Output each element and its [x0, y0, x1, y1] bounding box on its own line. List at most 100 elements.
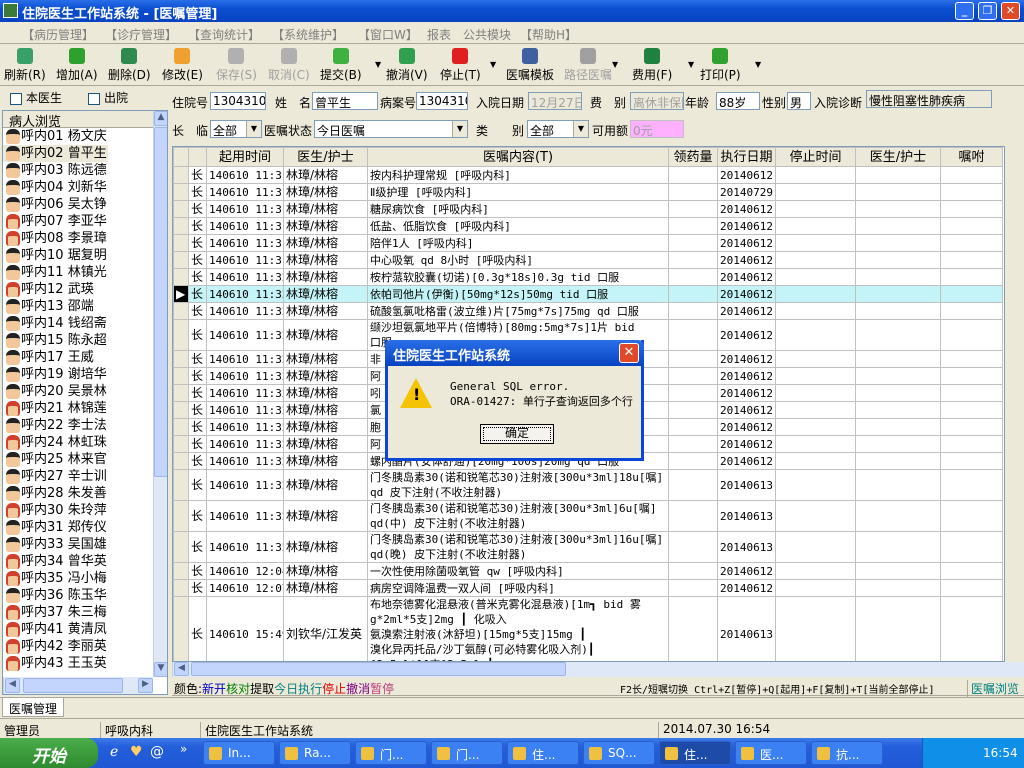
fee-button[interactable]: 费用(F) [632, 48, 672, 83]
menu-item-0[interactable]: 【病历管理】 [22, 26, 94, 43]
table-row[interactable]: ▶ 长 140610 11:32 林璋/林榕 依帕司他片(伊衡)[50mg*12s]50… [173, 285, 1003, 303]
menu-item-2[interactable]: 【查询统计】 [188, 26, 260, 43]
scroll-thumb[interactable] [154, 127, 167, 477]
category-select[interactable]: 全部 ▼ [527, 120, 589, 138]
case-no-field[interactable]: 1304310 [416, 92, 468, 110]
patient-item[interactable]: 呼内06 吴太铮 [3, 196, 167, 213]
column-header-4[interactable]: 医嘱内容(T) [367, 147, 669, 167]
patient-item[interactable]: 呼内36 陈玉华 [3, 587, 167, 604]
column-header-6[interactable]: 执行日期 [717, 147, 776, 167]
close-button[interactable]: ✕ [1001, 2, 1020, 20]
patient-item[interactable]: 呼内35 冯小梅 [3, 570, 167, 587]
patient-item[interactable]: 呼内08 李景璋 [3, 230, 167, 247]
column-header-2[interactable]: 起用时间 [206, 147, 284, 167]
menu-item-1[interactable]: 【诊疗管理】 [105, 26, 177, 43]
ok-button[interactable]: 确定 [480, 424, 554, 444]
taskbar-item[interactable]: 住... [659, 741, 731, 765]
patient-item[interactable]: 呼内15 陈永超 [3, 332, 167, 349]
name-field[interactable]: 曾平生 [312, 92, 378, 110]
patient-item[interactable]: 呼内37 朱三梅 [3, 604, 167, 621]
column-header-3[interactable]: 医生/护士 [283, 147, 368, 167]
table-row[interactable]: 长 140610 11:31 林璋/林榕 Ⅱ级护理 [呼吸内科] 20140729 [173, 183, 1003, 201]
patient-item[interactable]: 呼内20 吴景林 [3, 383, 167, 400]
order-browse-link[interactable]: 医嘱浏览 [967, 680, 1019, 697]
taskbar-item[interactable]: 住... [507, 741, 579, 765]
table-row[interactable]: 长 140610 11:31 林璋/林榕 陪伴1人 [呼吸内科] 20140612 [173, 234, 1003, 252]
table-row[interactable]: 长 140610 15:49 刘钦华/江发英 布地奈德雾化混悬液(普米克雾化混悬液)[… [173, 596, 1003, 661]
scroll-down-button[interactable]: ▼ [154, 662, 167, 677]
quicklaunch-more-icon[interactable]: » [180, 742, 187, 756]
menu-item-7[interactable]: 【帮助H】 [520, 26, 577, 43]
scroll-left-button[interactable]: ◀ [174, 662, 189, 676]
stop-button[interactable]: 停止(T) [440, 48, 481, 83]
patient-item[interactable]: 呼内07 李亚华 [3, 213, 167, 230]
dropdown-arrow-icon[interactable]: ▼ [375, 60, 381, 69]
quicklaunch-ie-icon[interactable]: ℯ [110, 744, 118, 760]
scroll-left-button[interactable]: ◀ [5, 678, 20, 693]
column-header-0[interactable] [173, 147, 189, 167]
save-button[interactable]: 保存(S) [216, 48, 257, 83]
patient-item[interactable]: 呼内13 邵端 [3, 298, 167, 315]
taskbar-item[interactable]: 抗... [811, 741, 883, 765]
patient-item[interactable]: 呼内14 钱绍斋 [3, 315, 167, 332]
table-row[interactable]: 长 140610 11:31 林璋/林榕 按内科护理常规 [呼吸内科] 20140612 [173, 166, 1003, 184]
patient-item[interactable]: 呼内28 朱发善 [3, 485, 167, 502]
dropdown-arrow-icon[interactable]: ▼ [612, 60, 618, 69]
column-header-1[interactable] [188, 147, 207, 167]
scroll-up-button[interactable]: ▲ [154, 111, 167, 126]
table-row[interactable]: 长 140610 12:04 林璋/林榕 一次性使用除菌吸氧管 qw [呼吸内科] 20… [173, 562, 1003, 580]
start-button[interactable]: 开始 [0, 738, 98, 768]
patient-item[interactable]: 呼内33 吴国雄 [3, 536, 167, 553]
patient-item[interactable]: 呼内11 林镇光 [3, 264, 167, 281]
delete-button[interactable]: 删除(D) [108, 48, 151, 83]
patient-item[interactable]: 呼内31 郑传仪 [3, 519, 167, 536]
patient-item[interactable]: 呼内24 林虹珠 [3, 434, 167, 451]
refresh-button[interactable]: 刷新(R) [4, 48, 46, 83]
table-row[interactable]: 长 140610 12:07 林璋/林榕 病房空调降温费一双人间 [呼吸内科] 2014… [173, 579, 1003, 597]
patient-item[interactable]: 呼内02 曾平生 [3, 145, 108, 162]
undo-button[interactable]: 撤消(V) [386, 48, 428, 83]
taskbar-item[interactable]: 医... [735, 741, 807, 765]
table-row[interactable]: 长 140610 11:32 林璋/林榕 门冬胰岛素30(诺和锐笔芯30)注射液[30… [173, 531, 1003, 563]
patient-item[interactable]: 呼内19 谢培华 [3, 366, 167, 383]
sex-field[interactable]: 男 [787, 92, 811, 110]
edit-button[interactable]: 修改(E) [162, 48, 203, 83]
menu-item-6[interactable]: 公共模块 [463, 26, 511, 43]
maximize-button[interactable]: ❐ [978, 2, 997, 20]
submit-button[interactable]: 提交(B) [320, 48, 362, 83]
table-row[interactable]: 长 140610 11:32 林璋/林榕 门冬胰岛素30(诺和锐笔芯30)注射液[30… [173, 500, 1003, 532]
dialog-close-button[interactable]: ✕ [619, 343, 639, 363]
column-header-5[interactable]: 领药量 [668, 147, 718, 167]
add-button[interactable]: 增加(A) [56, 48, 98, 83]
hscroll-thumb[interactable] [191, 662, 566, 676]
orders-hscrollbar[interactable]: ◀ [172, 662, 1024, 677]
age-field[interactable]: 88岁 [716, 92, 760, 110]
tab-order-management[interactable]: 医嘱管理 [2, 698, 64, 717]
patient-list-hscrollbar[interactable]: ◀ ▶ [3, 677, 153, 694]
patient-item[interactable]: 呼内17 王威 [3, 349, 167, 366]
quicklaunch-app-icon[interactable]: ♥ [130, 744, 143, 760]
patient-item[interactable]: 呼内34 曾华英 [3, 553, 167, 570]
taskbar-item[interactable]: Ra... [279, 741, 351, 765]
dropdown-arrow-icon[interactable]: ▼ [755, 60, 761, 69]
patient-item[interactable]: 呼内10 琚复明 [3, 247, 167, 264]
patient-item[interactable]: 呼内12 武瑛 [3, 281, 167, 298]
column-header-9[interactable]: 嘱咐 [940, 147, 1003, 167]
patient-item[interactable]: 呼内04 刘新华 [3, 179, 167, 196]
table-row[interactable]: 长 140610 11:31 林璋/林榕 低盐、低脂饮食 [呼吸内科] 20140612 [173, 217, 1003, 235]
quicklaunch-browser-icon[interactable]: @ [150, 744, 164, 760]
taskbar-item[interactable]: 门... [431, 741, 503, 765]
table-row[interactable]: 长 140610 11:32 林璋/林榕 门冬胰岛素30(诺和锐笔芯30)注射液[30… [173, 469, 1003, 501]
dropdown-arrow-icon[interactable]: ▼ [688, 60, 694, 69]
discharged-checkbox[interactable]: 出院 [88, 89, 128, 106]
scroll-right-button[interactable]: ▶ [138, 678, 153, 693]
taskbar-item[interactable]: SQ... [583, 741, 655, 765]
patient-item[interactable]: 呼内30 朱玲萍 [3, 502, 167, 519]
table-row[interactable]: 长 140610 11:32 林璋/林榕 桉柠蒎软胶囊(切诺)[0.3g*18s]0.… [173, 268, 1003, 286]
table-row[interactable]: 长 140610 11:31 林璋/林榕 糖尿病饮食 [呼吸内科] 20140612 [173, 200, 1003, 218]
print-button[interactable]: 打印(P) [700, 48, 741, 83]
admission-no-field[interactable]: 1304310 [210, 92, 266, 110]
patient-item[interactable]: 呼内41 黄清凤 [3, 621, 167, 638]
table-row[interactable]: 长 140610 11:32 林璋/林榕 硫酸氢氯吡格雷(波立维)片[75mg*7s]… [173, 302, 1003, 320]
hscroll-thumb[interactable] [23, 678, 123, 693]
